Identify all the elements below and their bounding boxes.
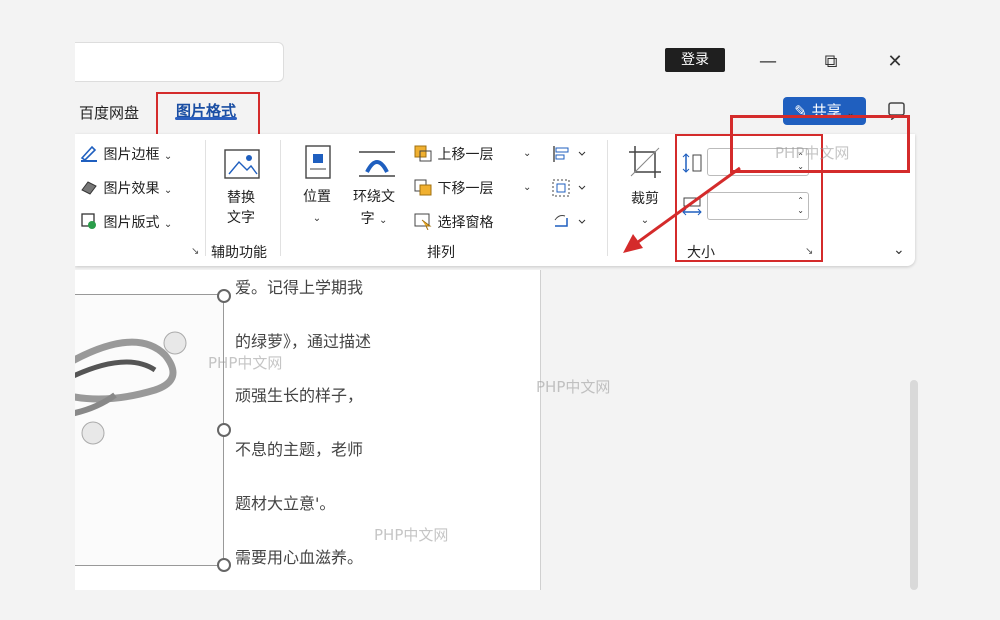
selection-pane-button[interactable]: 选择窗格 xyxy=(413,212,493,234)
group-separator xyxy=(205,140,206,256)
group-icon xyxy=(552,179,586,197)
send-backward-button[interactable]: 下移一层 xyxy=(413,178,493,200)
picture-border-button[interactable]: 图片边框 ⌄ xyxy=(79,144,172,166)
annotation-arrow xyxy=(623,166,741,253)
minimize-button[interactable]: — xyxy=(748,44,788,78)
selection-pane-icon xyxy=(413,212,433,234)
close-button[interactable]: ✕ xyxy=(875,44,915,78)
highlight-box-tab xyxy=(156,92,260,140)
resize-handle[interactable] xyxy=(217,289,231,303)
send-backward-icon xyxy=(413,178,433,200)
watermark: PHP中文网 xyxy=(208,354,283,372)
stethoscope-image xyxy=(75,331,187,445)
chevron-down-icon: ⌄ xyxy=(163,219,173,230)
document-text-line: 需要用心血滋养。 xyxy=(235,548,364,567)
align-button[interactable] xyxy=(551,144,591,164)
selected-image[interactable] xyxy=(75,294,224,566)
app-window: 登录 — ⧉ ✕ 百度网盘 图片格式 ✎ 共享 ⌄ 图片边框 ⌄ 图片效果 ⌄ … xyxy=(75,30,925,590)
position-icon xyxy=(303,144,335,180)
accessibility-group-label: 辅助功能 xyxy=(211,245,267,261)
tab-baidu-netdisk[interactable]: 百度网盘 xyxy=(79,102,139,123)
group-separator xyxy=(280,140,281,256)
chevron-down-icon: ⌄ xyxy=(379,215,388,226)
alt-text-button[interactable]: 替换 文字 xyxy=(227,188,255,228)
picture-effects-label: 图片效果 xyxy=(103,181,160,197)
wrap-text-icon xyxy=(357,146,397,180)
document-area: 爱。记得上学期我 的绿萝》，通过描述 顽强生长的样子， 不息的主题，老师 题材大… xyxy=(75,270,925,590)
border-pen-icon xyxy=(79,144,99,166)
chevron-down-icon: ⌄ xyxy=(163,151,173,162)
chevron-down-icon: ⌄ xyxy=(163,185,173,196)
document-page[interactable]: 爱。记得上学期我 的绿萝》，通过描述 顽强生长的样子， 不息的主题，老师 题材大… xyxy=(75,270,541,590)
bring-forward-label: 上移一层 xyxy=(437,147,494,163)
bring-forward-chevron-icon[interactable]: ⌄ xyxy=(523,148,531,159)
vertical-scrollbar[interactable] xyxy=(910,380,918,590)
resize-handle[interactable] xyxy=(217,423,231,437)
group-separator xyxy=(607,140,608,256)
position-button[interactable]: 位置 ⌄ xyxy=(303,186,331,230)
effects-icon xyxy=(79,178,99,200)
picture-layout-button[interactable]: 图片版式 ⌄ xyxy=(79,212,172,234)
bring-forward-icon xyxy=(413,144,433,166)
watermark: PHP中文网 xyxy=(374,526,449,544)
alt-text-icon xyxy=(221,146,265,186)
arrange-group-label: 排列 xyxy=(427,245,455,261)
wrap-text-label-line2: 字 ⌄ xyxy=(353,208,395,232)
resize-handle[interactable] xyxy=(217,558,231,572)
document-text-line: 的绿萝》，通过描述 xyxy=(235,332,372,351)
wrap-text-button[interactable]: 环绕文 字 ⌄ xyxy=(353,186,395,232)
rotate-icon xyxy=(554,215,586,227)
document-text-line: 不息的主题，老师 xyxy=(235,440,364,459)
wrap-text-label-line1: 环绕文 xyxy=(353,189,395,205)
send-backward-label: 下移一层 xyxy=(437,181,494,197)
position-label: 位置 xyxy=(303,189,331,205)
group-button[interactable] xyxy=(551,178,591,198)
restore-button[interactable]: ⧉ xyxy=(811,44,851,78)
rotate-button[interactable] xyxy=(551,212,591,232)
watermark: PHP中文网 xyxy=(536,378,611,396)
document-text-line: 爱。记得上学期我 xyxy=(235,278,364,297)
align-icon xyxy=(553,146,586,162)
search-box[interactable] xyxy=(75,42,284,82)
bring-forward-button[interactable]: 上移一层 xyxy=(413,144,493,166)
alt-text-label-line1: 替换 xyxy=(227,190,255,206)
document-text-line: 顽强生长的样子， xyxy=(235,386,364,405)
wrap-text-label-line2-text: 字 xyxy=(360,211,375,227)
collapse-ribbon-icon[interactable]: ⌄ xyxy=(893,242,905,258)
dialog-launcher-icon[interactable]: ↘ xyxy=(191,246,199,257)
layout-icon xyxy=(79,212,99,234)
picture-border-label: 图片边框 xyxy=(103,147,160,163)
selection-pane-label: 选择窗格 xyxy=(437,215,494,231)
document-text-line: 题材大立意'。 xyxy=(235,494,336,513)
login-button[interactable]: 登录 xyxy=(665,48,725,72)
chevron-down-icon: ⌄ xyxy=(312,213,322,224)
picture-layout-label: 图片版式 xyxy=(103,215,160,231)
send-backward-chevron-icon[interactable]: ⌄ xyxy=(523,182,531,193)
watermark: PHP中文网 xyxy=(775,144,850,162)
alt-text-label-line2: 文字 xyxy=(227,210,255,226)
picture-effects-button[interactable]: 图片效果 ⌄ xyxy=(79,178,172,200)
